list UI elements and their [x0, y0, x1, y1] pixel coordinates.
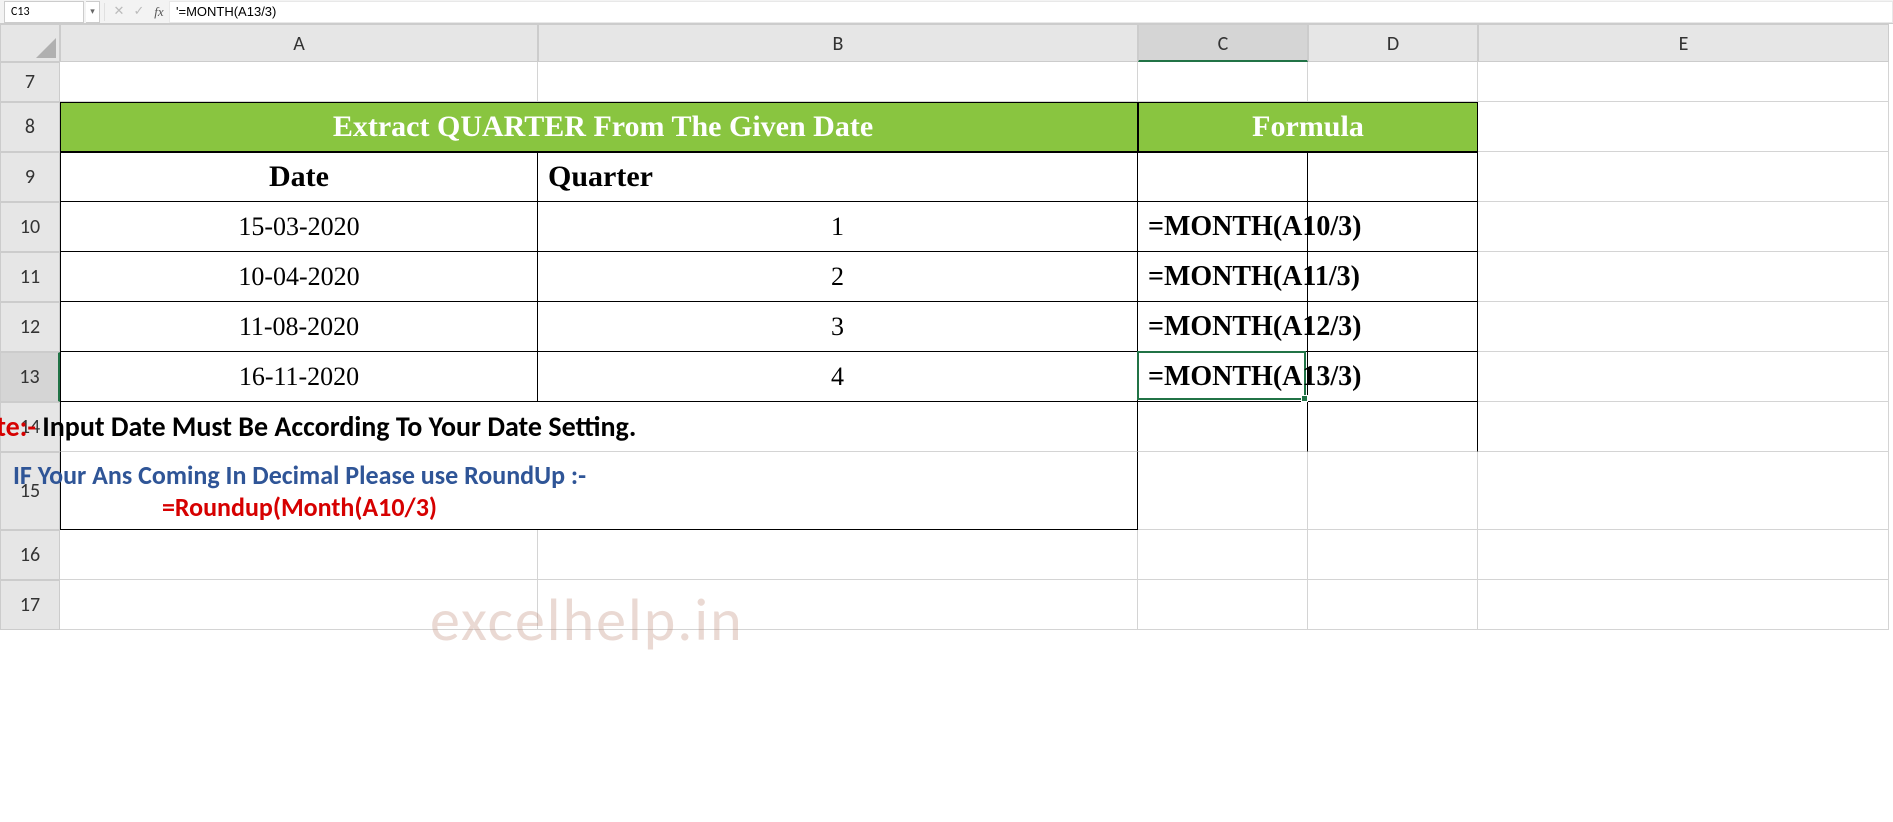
cell-e14[interactable]	[1478, 402, 1889, 452]
cell-e12[interactable]	[1478, 302, 1889, 352]
cell-c15[interactable]	[1138, 452, 1308, 530]
note-text: Input Date Must Be According To Your Dat…	[42, 409, 636, 444]
cell-d14[interactable]	[1308, 402, 1478, 452]
cell-b11[interactable]: 2	[538, 252, 1138, 302]
cell-a14[interactable]: Note:- Input Date Must Be According To Y…	[60, 402, 538, 452]
row-header-16[interactable]: 16	[0, 530, 60, 580]
formula-input[interactable]	[169, 1, 1893, 23]
col-header-a[interactable]: A	[60, 24, 538, 62]
row-header-11[interactable]: 11	[0, 252, 60, 302]
row-header-9[interactable]: 9	[0, 152, 60, 202]
row-header-13[interactable]: 13	[0, 352, 60, 402]
quarter-header[interactable]: Quarter	[538, 152, 1138, 202]
cell-a11[interactable]: 10-04-2020	[60, 252, 538, 302]
cell-e13[interactable]	[1478, 352, 1889, 402]
cell-a13[interactable]: 16-11-2020	[60, 352, 538, 402]
fill-handle[interactable]	[1301, 395, 1308, 402]
main-title-b[interactable]: Extract QUARTER From The Given Date	[538, 102, 1138, 152]
cell-d7[interactable]	[1308, 62, 1478, 102]
cell-b15[interactable]	[538, 452, 1138, 530]
cell-e15[interactable]	[1478, 452, 1889, 530]
note-block: IF Your Ans Coming In Decimal Please use…	[13, 459, 586, 523]
cell-e8[interactable]	[1478, 102, 1889, 152]
note-line-2: IF Your Ans Coming In Decimal Please use…	[13, 459, 586, 491]
row-header-17[interactable]: 17	[0, 580, 60, 630]
note-line-1: Note:- Input Date Must Be According To Y…	[0, 409, 636, 444]
cell-d15[interactable]	[1308, 452, 1478, 530]
row-header-10[interactable]: 10	[0, 202, 60, 252]
cell-c10[interactable]: =MONTH(A10/3)	[1138, 202, 1308, 252]
row-header-12[interactable]: 12	[0, 302, 60, 352]
note-prefix: Note:-	[0, 409, 42, 444]
col-header-c[interactable]: C	[1138, 24, 1308, 62]
formula-text: =MONTH(A12/3)	[1148, 311, 1362, 343]
col-header-d[interactable]: D	[1308, 24, 1478, 62]
cell-e9[interactable]	[1478, 152, 1889, 202]
cell-c16[interactable]	[1138, 530, 1308, 580]
cell-c7[interactable]	[1138, 62, 1308, 102]
spreadsheet-grid[interactable]: A B C D E 7 8 Extract QUARTER From The G…	[0, 24, 1893, 630]
cell-b10[interactable]: 1	[538, 202, 1138, 252]
fx-icon[interactable]: fx	[149, 4, 169, 20]
cell-a15[interactable]: IF Your Ans Coming In Decimal Please use…	[60, 452, 538, 530]
main-title-text: Extract QUARTER From The Given Date	[68, 110, 1138, 144]
cell-b16[interactable]	[538, 530, 1138, 580]
col-header-b[interactable]: B	[538, 24, 1138, 62]
cell-a7[interactable]	[60, 62, 538, 102]
cell-b17[interactable]	[538, 580, 1138, 630]
cell-e11[interactable]	[1478, 252, 1889, 302]
cell-c12[interactable]: =MONTH(A12/3)	[1138, 302, 1308, 352]
cell-a17[interactable]	[60, 580, 538, 630]
name-box-dropdown-icon[interactable]: ▾	[86, 1, 100, 23]
formula-text: =MONTH(A13/3)	[1148, 361, 1362, 393]
cell-c14[interactable]	[1138, 402, 1308, 452]
cell-b13[interactable]: 4	[538, 352, 1138, 402]
cell-d17[interactable]	[1308, 580, 1478, 630]
formula-bar: C13 ▾ ✕ ✓ fx	[0, 0, 1893, 24]
cell-e16[interactable]	[1478, 530, 1889, 580]
row-header-8[interactable]: 8	[0, 102, 60, 152]
name-box[interactable]: C13	[4, 1, 84, 23]
cell-a12[interactable]: 11-08-2020	[60, 302, 538, 352]
cell-b7[interactable]	[538, 62, 1138, 102]
cell-c17[interactable]	[1138, 580, 1308, 630]
formula-col-header-text: Formula	[1138, 110, 1478, 144]
cell-e7[interactable]	[1478, 62, 1889, 102]
cell-d16[interactable]	[1308, 530, 1478, 580]
separator	[104, 3, 105, 21]
row-header-7[interactable]: 7	[0, 62, 60, 102]
cell-c9[interactable]	[1138, 152, 1308, 202]
enter-icon: ✓	[129, 4, 149, 19]
cell-c13[interactable]: =MONTH(A13/3)	[1138, 352, 1308, 402]
cancel-icon: ✕	[109, 4, 129, 19]
cell-b12[interactable]: 3	[538, 302, 1138, 352]
formula-col-header-d[interactable]: Formula	[1308, 102, 1478, 152]
select-all-corner[interactable]	[0, 24, 60, 62]
formula-text: =MONTH(A11/3)	[1148, 261, 1360, 293]
formula-text: =MONTH(A10/3)	[1148, 211, 1362, 243]
cell-c11[interactable]: =MONTH(A11/3)	[1138, 252, 1308, 302]
date-header[interactable]: Date	[60, 152, 538, 202]
cell-a10[interactable]: 15-03-2020	[60, 202, 538, 252]
cell-e10[interactable]	[1478, 202, 1889, 252]
cell-e17[interactable]	[1478, 580, 1889, 630]
cell-a16[interactable]	[60, 530, 538, 580]
note-line-3: =Roundup(Month(A10/3)	[13, 491, 586, 523]
col-header-e[interactable]: E	[1478, 24, 1889, 62]
cell-d9[interactable]	[1308, 152, 1478, 202]
